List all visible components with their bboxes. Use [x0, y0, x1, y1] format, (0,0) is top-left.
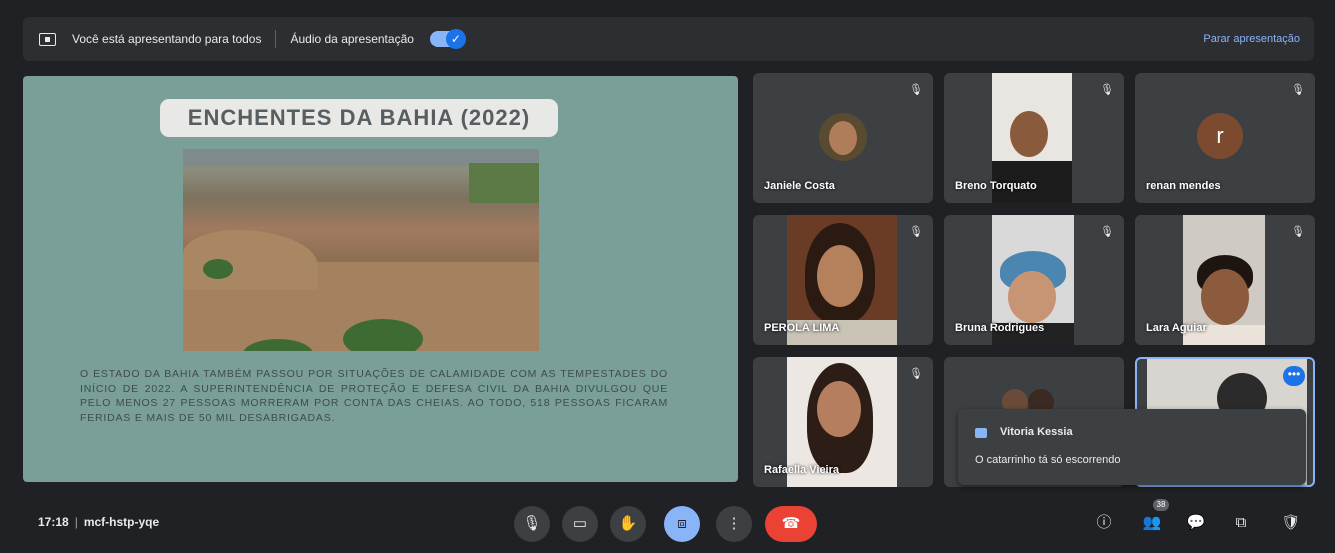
participant-tile[interactable]: r 🎙 renan mendes: [1135, 73, 1315, 203]
presentation-audio-toggle[interactable]: ✓: [429, 29, 466, 49]
chat-message: O catarrinho tá só escorrendo: [975, 454, 1121, 466]
more-options-button[interactable]: ⋮: [716, 506, 752, 542]
photo-floodwater-left: [183, 229, 319, 291]
photo-field: [469, 163, 539, 203]
participant-tile[interactable]: 🎙 Breno Torquato: [944, 73, 1124, 203]
participant-face: [817, 245, 863, 307]
participant-tile[interactable]: 🎙 Lara Aguiar: [1135, 215, 1315, 345]
mic-off-icon: 🎙: [909, 368, 923, 380]
participant-face: [1008, 271, 1056, 323]
divider: |: [74, 515, 78, 529]
present-icon: ⧈: [677, 515, 687, 532]
mic-icon: 🎙: [522, 515, 542, 532]
meeting-info: 17:18 | mcf-hstp-yqe: [38, 515, 159, 529]
more-options-icon[interactable]: •••: [1283, 366, 1305, 386]
leave-call-button[interactable]: ☎: [765, 506, 817, 542]
chat-icon: [975, 428, 987, 438]
chat-notification[interactable]: Vitoria Kessia O catarrinho tá só escorr…: [958, 409, 1306, 485]
presenting-text: Você está apresentando para todos: [72, 32, 262, 46]
participant-name: PEROLA LIMA: [764, 322, 840, 334]
participant-tile[interactable]: 🎙 PEROLA LIMA: [753, 215, 933, 345]
slide-body-text: O ESTADO DA BAHIA TAMBÉM PASSOU POR SITU…: [80, 368, 668, 424]
mic-off-icon: 🎙: [1100, 226, 1114, 238]
participant-name: Lara Aguiar: [1146, 322, 1207, 334]
activities-icon[interactable]: ⧉: [1230, 512, 1252, 534]
participant-face: [817, 381, 861, 437]
photo-sky: [183, 149, 539, 163]
participant-tile[interactable]: 🎙 Bruna Rodrigues: [944, 215, 1124, 345]
participant-name: Janiele Costa: [764, 180, 835, 192]
participant-name: Breno Torquato: [955, 180, 1037, 192]
flood-photo: [183, 149, 539, 351]
host-controls-icon[interactable]: 🛡: [1280, 512, 1302, 534]
more-vert-icon: ⋮: [726, 515, 742, 532]
participant-face: [1010, 111, 1048, 157]
participant-face: [829, 121, 857, 155]
participant-tile[interactable]: 🎙 Janiele Costa: [753, 73, 933, 203]
meeting-code: mcf-hstp-yqe: [83, 515, 160, 529]
divider: [275, 30, 277, 48]
mic-off-icon: 🎙: [1291, 84, 1305, 96]
presentation-banner: Você está apresentando para todos Áudio …: [23, 17, 1314, 61]
present-now-button[interactable]: ⧈: [664, 506, 700, 542]
participant-name: renan mendes: [1146, 180, 1221, 192]
stop-presenting-button[interactable]: Parar apresentação: [1203, 33, 1300, 45]
participant-tile[interactable]: 🎙 Rafaella Vieira: [753, 357, 933, 487]
mic-off-icon: 🎙: [909, 84, 923, 96]
participant-name: Rafaella Vieira: [764, 464, 840, 476]
camera-button[interactable]: ▭: [562, 506, 598, 542]
participant-name: Bruna Rodrigues: [955, 322, 1045, 334]
participant-count-badge: 38: [1153, 499, 1169, 511]
info-icon[interactable]: ⓘ: [1093, 512, 1115, 534]
raise-hand-button[interactable]: ✋: [610, 506, 646, 542]
microphone-button[interactable]: 🎙: [514, 506, 550, 542]
people-icon[interactable]: 👥: [1141, 512, 1163, 534]
phone-hangup-icon: ☎: [781, 515, 801, 532]
camera-icon: ▭: [572, 515, 588, 532]
check-icon: ✓: [445, 29, 466, 49]
audio-label: Áudio da apresentação: [290, 32, 414, 46]
presented-slide: ENCHENTES DA BAHIA (2022) O ESTADO DA BA…: [23, 76, 738, 482]
mic-off-icon: 🎙: [909, 226, 923, 238]
photo-trees: [343, 319, 423, 351]
hand-icon: ✋: [618, 515, 638, 532]
slide-title: ENCHENTES DA BAHIA (2022): [160, 99, 558, 137]
mic-off-icon: 🎙: [1100, 84, 1114, 96]
meeting-time: 17:18: [38, 515, 69, 529]
participant-avatar: r: [1197, 113, 1243, 159]
mic-off-icon: 🎙: [1291, 226, 1305, 238]
participant-face: [1201, 269, 1249, 325]
present-screen-icon: [39, 32, 56, 46]
photo-trees: [203, 259, 233, 279]
chat-bubble-icon[interactable]: 💬: [1185, 512, 1207, 534]
bottom-control-bar: 17:18 | mcf-hstp-yqe 🎙 ▭ ✋ ⧈ ⋮ ☎ ⓘ 👥 38 💬 …: [0, 497, 1335, 553]
chat-sender: Vitoria Kessia: [1000, 426, 1073, 438]
participant-video: [819, 113, 867, 161]
